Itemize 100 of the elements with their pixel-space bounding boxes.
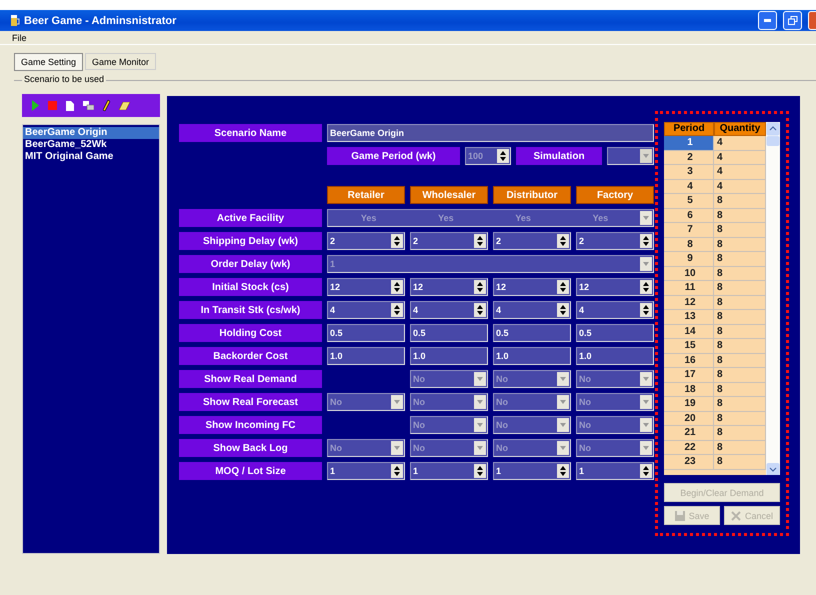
- spin-field[interactable]: 2: [410, 232, 488, 250]
- table-cell: 5: [664, 194, 714, 208]
- copy-icon[interactable]: [83, 101, 94, 110]
- spinner-icon: [477, 466, 483, 476]
- table-cell: 18: [664, 382, 714, 396]
- spinner-icon: [560, 466, 566, 476]
- table-cell: 11: [664, 281, 714, 294]
- text-field[interactable]: BeerGame Origin: [327, 124, 654, 142]
- play-icon[interactable]: [32, 100, 39, 111]
- menu-item[interactable]: File: [12, 32, 27, 42]
- text-field[interactable]: 1.0: [493, 347, 571, 365]
- table-cell: 1: [664, 136, 714, 150]
- spin-field[interactable]: 4: [410, 301, 488, 319]
- table-cell: 16: [664, 354, 714, 367]
- table-cell: 14: [664, 324, 714, 338]
- scrollbar[interactable]: [766, 122, 780, 476]
- dropdown-arrow-icon: [643, 423, 649, 427]
- dropdown-arrow-icon: [477, 423, 483, 427]
- spinner-icon: [394, 282, 400, 292]
- dropdown-arrow-icon: [560, 423, 566, 427]
- spin-field[interactable]: 2: [327, 232, 405, 250]
- minimize-icon: [764, 19, 771, 22]
- dropdown-arrow-icon: [477, 446, 483, 450]
- spinner-icon: [560, 282, 566, 292]
- column-header[interactable]: Quantity: [714, 122, 766, 136]
- text-field[interactable]: 0.5: [493, 324, 571, 342]
- column-header: Retailer: [327, 186, 405, 204]
- dropdown-arrow-icon: [560, 400, 566, 404]
- spinner-icon: [477, 236, 483, 246]
- spin-field[interactable]: 12: [576, 278, 654, 296]
- tab[interactable]: Game Monitor: [85, 53, 156, 70]
- column-header: Wholesaler: [410, 186, 488, 204]
- list-item[interactable]: MIT Original Game: [23, 151, 159, 163]
- spinner-icon: [394, 466, 400, 476]
- spinner-icon: [477, 282, 483, 292]
- spin-field[interactable]: 1: [410, 462, 488, 480]
- floppy-icon: [674, 510, 685, 520]
- field-label: Show Back Log: [179, 439, 322, 457]
- field-label: Active Facility: [179, 209, 322, 227]
- dropdown-arrow-icon: [643, 400, 649, 404]
- dropdown-arrow-icon: [643, 446, 649, 450]
- dropdown-arrow-icon: [643, 262, 649, 266]
- table-cell: 4: [664, 180, 714, 193]
- text-field[interactable]: 1.0: [327, 347, 405, 365]
- spin-field[interactable]: 4: [327, 301, 405, 319]
- field-label: Backorder Cost: [179, 347, 322, 365]
- dropdown-arrow-icon: [394, 446, 400, 450]
- dropdown-arrow-icon: [477, 377, 483, 381]
- dropdown-arrow-icon: [477, 400, 483, 404]
- text-field[interactable]: 1.0: [576, 347, 654, 365]
- spin-field[interactable]: 1: [576, 462, 654, 480]
- spin-field[interactable]: 1: [493, 462, 571, 480]
- eraser-icon[interactable]: [119, 102, 130, 110]
- table-cell: 6: [664, 208, 714, 222]
- spinner-icon: [394, 236, 400, 246]
- spin-field[interactable]: 2: [493, 232, 571, 250]
- list-item[interactable]: BeerGame Origin: [23, 127, 159, 139]
- spin-field[interactable]: 12: [327, 278, 405, 296]
- spinner-icon: [643, 282, 649, 292]
- column-header[interactable]: Period: [664, 122, 714, 136]
- text-field[interactable]: 1.0: [410, 347, 488, 365]
- spin-field[interactable]: 1: [327, 462, 405, 480]
- tab[interactable]: Game Setting: [14, 53, 84, 71]
- table-cell: 20: [664, 412, 714, 425]
- spinner-icon: [560, 236, 566, 246]
- column-header: Distributor: [493, 186, 571, 204]
- field-label: Order Delay (wk): [179, 255, 322, 273]
- spin-field[interactable]: 12: [410, 278, 488, 296]
- text-field[interactable]: 0.5: [327, 324, 405, 342]
- spin-field[interactable]: 2: [576, 232, 654, 250]
- spin-field[interactable]: 12: [493, 278, 571, 296]
- spin-field[interactable]: 4: [576, 301, 654, 319]
- restore-icon: [788, 16, 798, 25]
- column-header: Factory: [576, 186, 654, 204]
- table-cell: 10: [664, 266, 714, 280]
- dropdown-arrow-icon: [560, 446, 566, 450]
- minimize-button[interactable]: [758, 11, 777, 30]
- table-cell: 21: [664, 426, 714, 440]
- document-icon[interactable]: [66, 100, 74, 110]
- table-cell: 8: [664, 238, 714, 251]
- table-cell: 3: [664, 165, 714, 178]
- spinner-icon: [477, 305, 483, 315]
- table-cell: 12: [664, 296, 714, 309]
- spin-field[interactable]: 4: [493, 301, 571, 319]
- spinner-icon: [643, 466, 649, 476]
- field-label: Show Real Forecast: [179, 393, 322, 411]
- field-label: Holding Cost: [179, 324, 322, 342]
- pencil-icon[interactable]: [103, 100, 110, 111]
- field-label: Game Period (wk): [327, 147, 460, 165]
- list-item[interactable]: BeerGame_52Wk: [23, 139, 159, 151]
- field-label: In Transit Stk (cs/wk): [179, 301, 322, 319]
- text-field[interactable]: 0.5: [410, 324, 488, 342]
- window-title: Beer Game - Adminsnistrator: [24, 14, 178, 26]
- dropdown-arrow-icon: [560, 377, 566, 381]
- field-label: Show Real Demand: [179, 370, 322, 388]
- text-field[interactable]: 0.5: [576, 324, 654, 342]
- field-label: MOQ / Lot Size: [179, 462, 322, 480]
- restore-button[interactable]: [783, 11, 802, 30]
- cross-icon: [730, 510, 741, 520]
- dropdown-arrow-icon: [643, 377, 649, 381]
